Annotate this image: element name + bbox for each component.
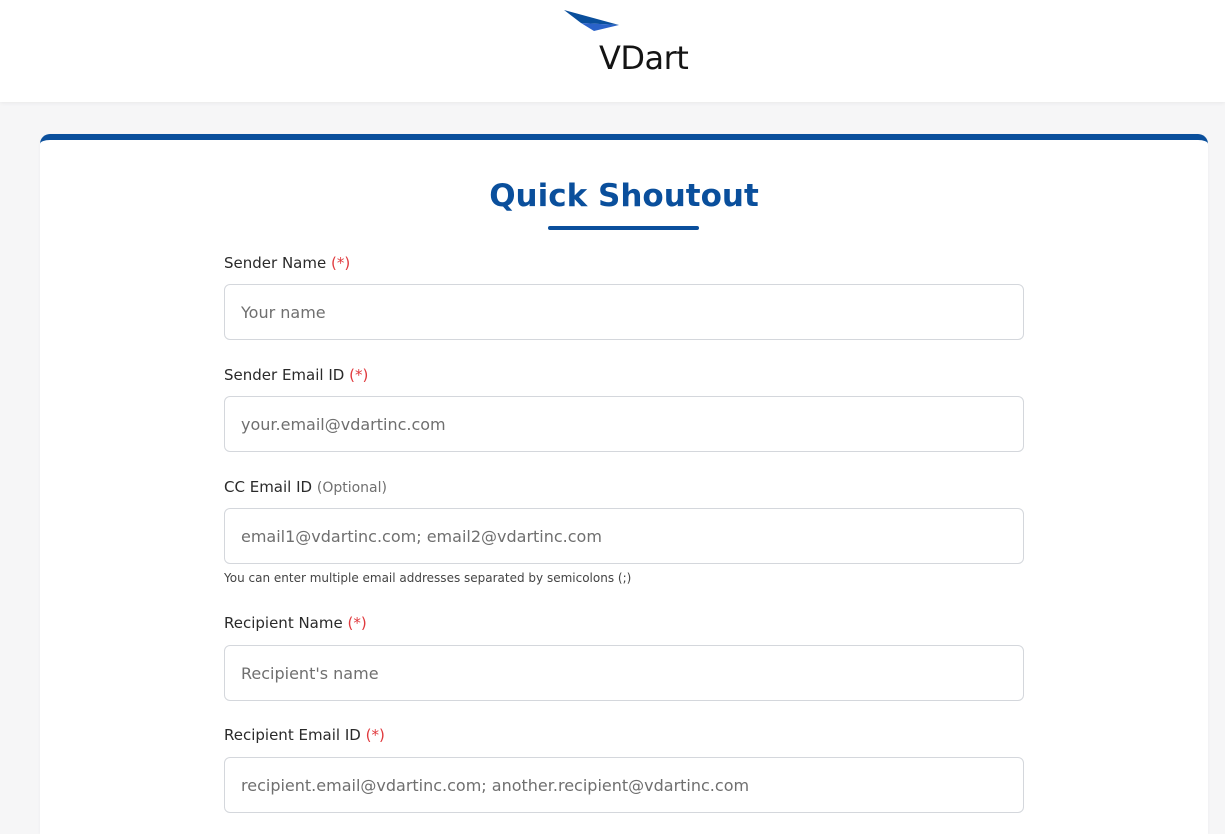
cc-email-input[interactable] bbox=[224, 508, 1024, 564]
required-marker: (*) bbox=[365, 726, 385, 744]
recipient-email-label-text: Recipient Email ID bbox=[224, 726, 361, 744]
recipient-email-label: Recipient Email ID (*) bbox=[224, 725, 385, 745]
sender-email-input[interactable] bbox=[224, 396, 1024, 452]
optional-marker: (Optional) bbox=[316, 480, 387, 496]
sender-name-label: Sender Name (*) bbox=[224, 253, 350, 273]
sender-name-label-text: Sender Name bbox=[224, 254, 327, 272]
recipient-email-input[interactable] bbox=[224, 757, 1024, 813]
sender-email-label: Sender Email ID (*) bbox=[224, 365, 368, 385]
logo-text: VDart bbox=[599, 39, 689, 77]
page-title: Quick Shoutout bbox=[489, 178, 759, 214]
cc-email-help-text: You can enter multiple email addresses s… bbox=[224, 571, 632, 585]
vdart-logo[interactable]: VDart bbox=[563, 8, 693, 78]
recipient-name-label-text: Recipient Name bbox=[224, 614, 343, 632]
cc-email-label-text: CC Email ID bbox=[224, 478, 313, 496]
recipient-name-input[interactable] bbox=[224, 645, 1024, 701]
recipient-name-label: Recipient Name (*) bbox=[224, 613, 367, 633]
shoutout-form-card: Quick Shoutout Sender Name (*) Sender Em… bbox=[40, 134, 1208, 834]
required-marker: (*) bbox=[330, 254, 351, 272]
sender-name-input[interactable] bbox=[224, 284, 1024, 340]
required-marker: (*) bbox=[349, 366, 369, 384]
paper-plane-icon bbox=[564, 10, 619, 31]
cc-email-label: CC Email ID (Optional) bbox=[224, 477, 387, 498]
title-underline bbox=[548, 226, 699, 230]
sender-email-label-text: Sender Email ID bbox=[224, 366, 345, 384]
top-bar: VDart bbox=[0, 0, 1225, 102]
required-marker: (*) bbox=[347, 614, 367, 632]
